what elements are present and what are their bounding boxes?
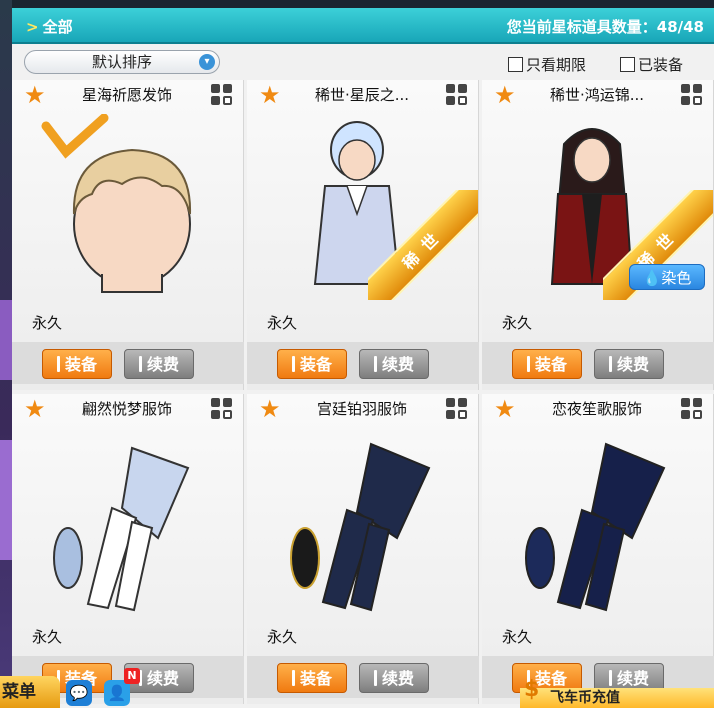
item-actions: 装备 续费: [247, 656, 479, 698]
renew-button[interactable]: 续费: [359, 663, 429, 693]
item-name: 恋夜笙歌服饰: [551, 400, 642, 418]
item-name: 宫廷铂羽服饰: [316, 400, 407, 418]
star-icon[interactable]: ★: [259, 82, 281, 108]
star-icon[interactable]: ★: [24, 396, 46, 422]
outfit-image: [525, 442, 666, 612]
item-panel: 默认排序 ▾ 只看期限 已装备 ★ 星海祈愿发饰 永久 装备 续费 ★ 稀世·星…: [12, 44, 714, 708]
star-icon[interactable]: ★: [24, 82, 46, 108]
filter-equipped[interactable]: 已装备: [620, 54, 683, 75]
hair-accessory-image: [41, 114, 192, 293]
outfit-image: [53, 446, 190, 612]
coin-icon: $: [524, 677, 540, 702]
equip-button[interactable]: 装备: [277, 663, 347, 693]
top-bar: [12, 0, 714, 8]
panel-header: > 全部 您当前星标道具数量：48/48: [12, 8, 714, 44]
checkbox[interactable]: [620, 57, 635, 72]
grid-view-icon[interactable]: [211, 398, 233, 420]
item-card[interactable]: ★ 翩然悦梦服饰 永久 装备 续费: [12, 394, 244, 704]
item-actions: 装备 续费: [12, 342, 244, 384]
recharge-label: 飞车币充值: [550, 690, 620, 706]
equip-button[interactable]: 装备: [277, 349, 347, 379]
item-duration: 永久: [502, 628, 533, 646]
renew-button[interactable]: 续费: [359, 349, 429, 379]
droplet-icon: 💧: [642, 269, 662, 287]
equip-button[interactable]: 装备: [42, 349, 112, 379]
grid-view-icon[interactable]: [446, 398, 468, 420]
item-duration: 永久: [32, 314, 63, 332]
item-name: 翩然悦梦服饰: [81, 400, 172, 418]
recharge-button[interactable]: $ 飞车币充值: [520, 679, 714, 708]
item-duration: 永久: [32, 628, 63, 646]
item-duration: 永久: [502, 314, 533, 332]
star-icon[interactable]: ★: [494, 82, 516, 108]
grid-view-icon[interactable]: [211, 84, 233, 106]
sort-label: 默认排序: [91, 53, 152, 71]
filter-equipped-label: 已装备: [638, 56, 684, 74]
grid-view-icon[interactable]: [681, 84, 703, 106]
item-actions: 装备 续费: [247, 342, 479, 384]
item-card[interactable]: ★ 稀世·星辰之... 稀世 永久 装备 续费: [247, 80, 479, 390]
strip-segment: [0, 300, 12, 380]
chevron-down-icon: ▾: [199, 54, 215, 70]
star-icon[interactable]: ★: [259, 396, 281, 422]
renew-button[interactable]: 续费: [594, 349, 664, 379]
star-item-count: 您当前星标道具数量：48/48: [506, 18, 704, 36]
rare-badge: 稀世: [368, 190, 478, 300]
strip-segment: [0, 440, 12, 560]
item-name: 星海祈愿发饰: [81, 86, 172, 104]
renew-button[interactable]: 续费: [124, 349, 194, 379]
menu-button[interactable]: 菜单: [0, 676, 60, 708]
tab-all[interactable]: > 全部: [26, 16, 73, 37]
equip-button[interactable]: 装备: [512, 349, 582, 379]
outfit-image: [290, 442, 431, 612]
chevron-right-icon: >: [26, 18, 39, 36]
new-badge: N: [124, 668, 140, 684]
filter-expiring[interactable]: 只看期限: [508, 54, 586, 75]
item-card[interactable]: ★ 恋夜笙歌服饰 永久 装备 续费: [482, 394, 714, 704]
tab-all-label: 全部: [42, 18, 73, 36]
item-card[interactable]: ★ 星海祈愿发饰 永久 装备 续费: [12, 80, 244, 390]
item-name: 稀世·星辰之...: [314, 86, 410, 104]
item-name: 稀世·鸿运锦...: [549, 86, 645, 104]
chat-icon[interactable]: 💬: [66, 680, 92, 706]
star-icon[interactable]: ★: [494, 396, 516, 422]
item-duration: 永久: [267, 314, 298, 332]
dye-badge[interactable]: 💧染色: [629, 264, 705, 290]
grid-view-icon[interactable]: [681, 398, 703, 420]
item-card[interactable]: ★ 宫廷铂羽服饰 永久 装备 续费: [247, 394, 479, 704]
sort-dropdown[interactable]: 默认排序 ▾: [24, 50, 220, 74]
item-actions: 装备 续费: [482, 342, 714, 384]
background-window-strip: [0, 0, 12, 708]
grid-view-icon[interactable]: [446, 84, 468, 106]
item-card[interactable]: ★ 稀世·鸿运锦... 稀世 💧染色 永久 装备 续费: [482, 80, 714, 390]
filter-expiring-label: 只看期限: [526, 56, 587, 74]
checkbox[interactable]: [508, 57, 523, 72]
item-duration: 永久: [267, 628, 298, 646]
